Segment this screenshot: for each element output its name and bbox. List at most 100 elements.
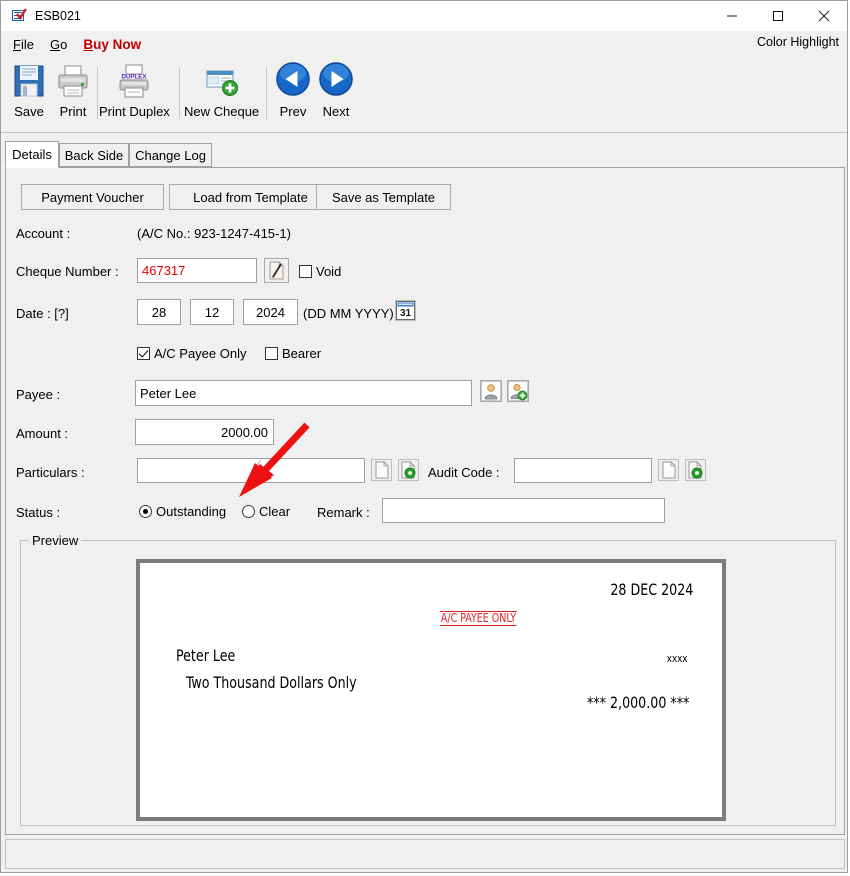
particulars-page-button[interactable] xyxy=(371,459,392,481)
menu-item-buy-now[interactable]: Buy Now xyxy=(75,35,149,54)
payee-add-button[interactable] xyxy=(507,380,529,402)
minimize-icon[interactable] xyxy=(709,1,755,31)
date-day-input[interactable]: 28 xyxy=(137,299,181,325)
status-radio-outstanding[interactable]: Outstanding xyxy=(139,504,226,519)
status-radio-outstanding-box[interactable] xyxy=(139,505,152,518)
printer-icon xyxy=(53,61,93,101)
ac-payee-only-label: A/C Payee Only xyxy=(154,346,247,361)
tab-details-label: Details xyxy=(12,147,52,162)
payee-lookup-button[interactable] xyxy=(480,380,502,402)
void-checkbox-box[interactable] xyxy=(299,265,312,278)
payee-input[interactable]: Peter Lee xyxy=(135,380,472,406)
cheque-number-label: Cheque Number : xyxy=(16,264,119,279)
new-cheque-icon xyxy=(202,61,242,101)
status-radio-clear-box[interactable] xyxy=(242,505,255,518)
load-from-template-label: Load from Template xyxy=(193,189,308,205)
save-as-template-button[interactable]: Save as Template xyxy=(316,184,451,210)
toolbar-button-save[interactable]: Save xyxy=(9,61,49,119)
status-radio-clear[interactable]: Clear xyxy=(242,504,290,519)
user-icon xyxy=(481,381,501,401)
load-from-template-button[interactable]: Load from Template xyxy=(169,184,332,210)
particulars-add-button[interactable] xyxy=(398,459,419,481)
date-month-input[interactable]: 12 xyxy=(190,299,234,325)
cheque-preview-crossing: A/C PAYEE ONLY xyxy=(440,611,517,626)
cheque-number-edit-button[interactable] xyxy=(264,258,289,283)
window-title: ESB021 xyxy=(35,9,81,23)
svg-text:31: 31 xyxy=(400,308,412,319)
pencil-page-icon xyxy=(269,261,284,280)
toolbar-label-print: Print xyxy=(59,104,87,119)
menu-item-go-label: o xyxy=(60,36,68,52)
amount-input[interactable]: 2000.00 xyxy=(135,419,274,445)
toolbar-button-print-duplex[interactable]: DUPLEX Print Duplex xyxy=(99,61,170,119)
void-checkbox[interactable]: Void xyxy=(299,264,341,279)
bearer-checkbox[interactable]: Bearer xyxy=(265,346,321,361)
page-add-icon xyxy=(401,461,416,479)
payment-voucher-button[interactable]: Payment Voucher xyxy=(21,184,164,210)
payment-voucher-label: Payment Voucher xyxy=(41,189,144,205)
toolbar: Save Print DUPLEX Print Duplex New Chequ… xyxy=(1,57,847,133)
toolbar-label-print-duplex: Print Duplex xyxy=(99,104,170,119)
tab-change-log-label: Change Log xyxy=(135,147,206,163)
account-number-value: (A/C No.: 923-1247-415-1) xyxy=(137,226,291,241)
audit-code-input[interactable] xyxy=(514,458,652,483)
svg-text:DUPLEX: DUPLEX xyxy=(122,74,148,81)
payee-label: Payee : xyxy=(16,387,61,402)
particulars-label: Particulars : xyxy=(16,465,85,480)
status-radio-clear-label: Clear xyxy=(259,504,291,519)
calendar-picker-button[interactable]: 31 xyxy=(395,300,416,321)
toolbar-label-next: Next xyxy=(322,104,350,119)
ac-payee-only-checkbox[interactable]: A/C Payee Only xyxy=(137,346,247,361)
toolbar-label-prev: Prev xyxy=(279,104,307,119)
bearer-checkbox-box[interactable] xyxy=(265,347,278,360)
remark-label: Remark : xyxy=(317,505,370,520)
date-format-hint: (DD MM YYYY) xyxy=(303,306,394,321)
tab-back-side-label: Back Side xyxy=(64,147,124,163)
date-label: Date : [?] xyxy=(16,306,69,321)
page-icon xyxy=(375,461,389,479)
menu-item-buy-now-label: uy Now xyxy=(93,36,142,52)
cheque-preview-amount-words: Two Thousand Dollars Only xyxy=(186,673,357,692)
application-window: ESB021 File Go Buy Now Color Highlight S… xyxy=(0,0,848,873)
toolbar-button-prev[interactable]: Prev xyxy=(273,61,313,119)
window-controls xyxy=(709,1,847,31)
calendar-31-icon: 31 xyxy=(396,301,415,320)
toolbar-button-print[interactable]: Print xyxy=(53,61,93,119)
cheque-preview-date: 28 DEC 2024 xyxy=(610,580,693,599)
ac-payee-only-checkbox-box[interactable] xyxy=(137,347,150,360)
cheque-preview: 28 DEC 2024 A/C PAYEE ONLY Peter Lee xxx… xyxy=(136,559,726,821)
menu-bar: File Go Buy Now Color Highlight xyxy=(1,31,847,58)
page-icon xyxy=(662,461,676,479)
account-label: Account : xyxy=(16,226,71,241)
toolbar-button-next[interactable]: Next xyxy=(316,61,356,119)
menu-item-file[interactable]: File xyxy=(5,35,42,54)
maximize-icon[interactable] xyxy=(755,1,801,31)
particulars-input[interactable] xyxy=(137,458,365,483)
cheque-number-input[interactable]: 467317 xyxy=(137,258,257,283)
void-label: Void xyxy=(316,264,342,279)
date-year-input[interactable]: 2024 xyxy=(243,299,298,325)
preview-group: Preview 28 DEC 2024 A/C PAYEE ONLY Peter… xyxy=(20,533,836,826)
status-radio-outstanding-label: Outstanding xyxy=(156,504,227,519)
cheque-check-icon xyxy=(11,8,27,24)
toolbar-separator xyxy=(266,67,267,119)
toolbar-button-new-cheque[interactable]: New Cheque xyxy=(184,61,259,119)
menu-item-go[interactable]: Go xyxy=(42,35,75,54)
tab-back-side[interactable]: Back Side xyxy=(59,143,129,167)
close-icon[interactable] xyxy=(801,1,847,31)
toolbar-label-save: Save xyxy=(14,104,44,119)
page-add-icon xyxy=(688,461,703,479)
audit-code-add-button[interactable] xyxy=(685,459,706,481)
tab-change-log[interactable]: Change Log xyxy=(129,143,212,167)
toolbar-label-new-cheque: New Cheque xyxy=(184,104,260,119)
status-label: Status : xyxy=(16,505,61,520)
bottom-strip xyxy=(5,839,845,869)
toolbar-separator xyxy=(97,67,98,119)
audit-code-page-button[interactable] xyxy=(658,459,679,481)
tab-details[interactable]: Details xyxy=(5,141,59,168)
remark-input[interactable] xyxy=(382,498,665,523)
color-highlight-label[interactable]: Color Highlight xyxy=(757,35,839,49)
floppy-disk-icon xyxy=(9,61,49,101)
details-tab-page: Payment Voucher Load from Template Save … xyxy=(5,167,845,835)
user-add-icon xyxy=(508,381,528,401)
